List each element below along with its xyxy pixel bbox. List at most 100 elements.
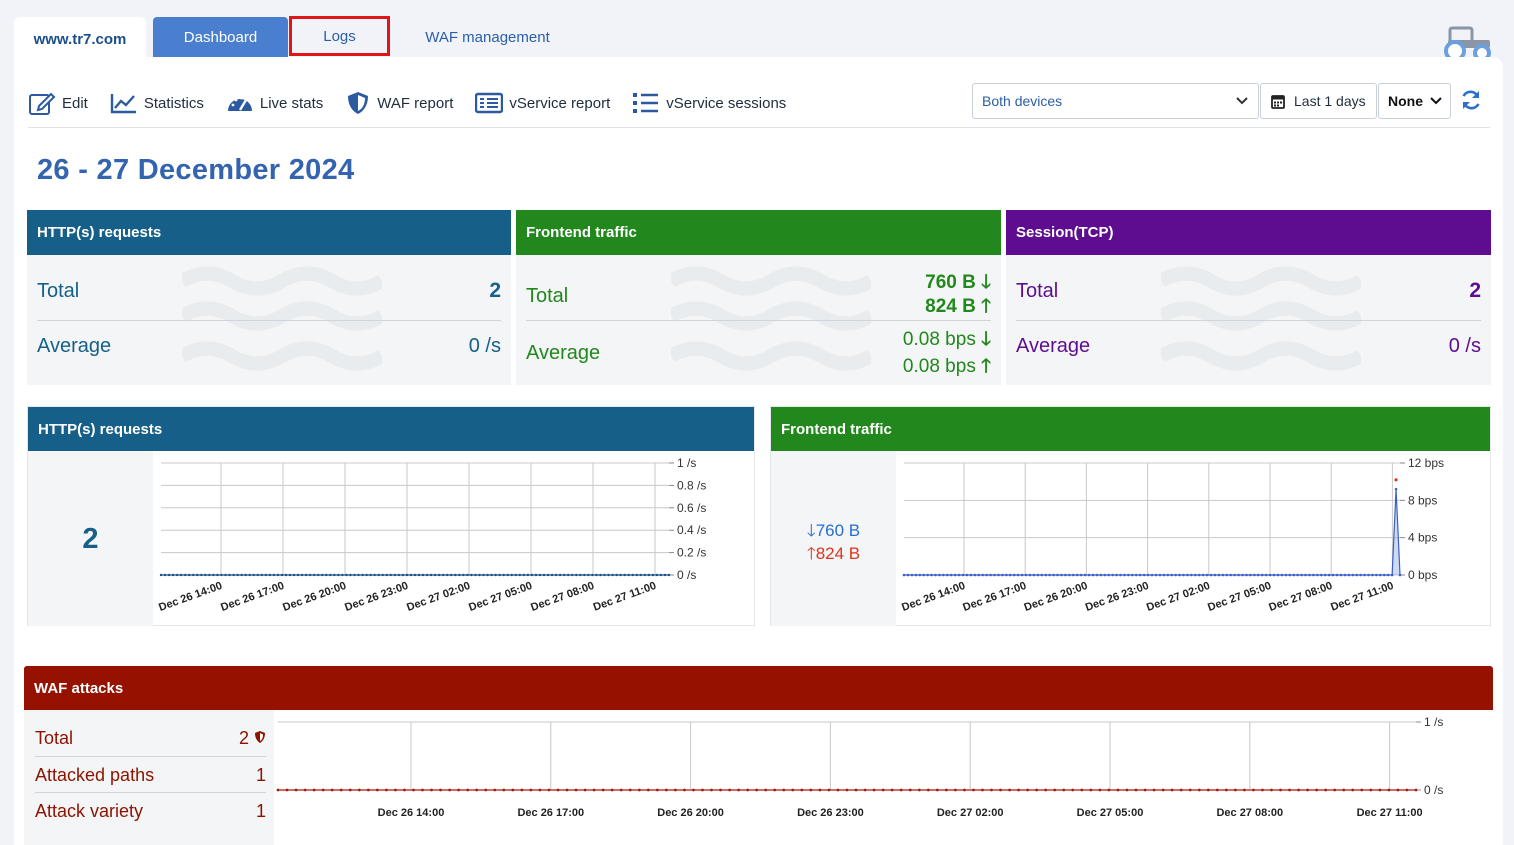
compare-select[interactable]: None [1378, 83, 1451, 119]
data-point-down [1284, 573, 1288, 577]
data-point-down [1166, 573, 1170, 577]
edit-icon [29, 92, 56, 115]
data-point-down [1005, 573, 1008, 577]
data-point [1324, 788, 1328, 792]
data-point [385, 573, 388, 577]
data-point-down [1367, 573, 1370, 577]
arrow-down-icon: 🡓 [981, 272, 991, 293]
data-point-down [1335, 573, 1339, 577]
data-point [212, 573, 215, 577]
data-point [1288, 788, 1291, 792]
data-point [397, 573, 401, 577]
data-point [773, 788, 777, 792]
data-point [1360, 788, 1364, 792]
data-point [646, 788, 650, 792]
data-point [1143, 788, 1147, 792]
panel-title: Frontend traffic [771, 407, 1490, 451]
data-point [538, 573, 542, 577]
tab-logs[interactable]: Logs [289, 16, 390, 56]
y-tick-label: 8 bps [1408, 493, 1437, 507]
data-point-down [1052, 573, 1055, 577]
data-point [800, 788, 804, 792]
data-point [651, 573, 655, 577]
data-point [692, 788, 695, 792]
data-point [782, 788, 786, 792]
data-point [667, 573, 671, 577]
card-title: Session(TCP) [1006, 210, 1491, 255]
data-point-down [977, 573, 981, 577]
data-point [567, 573, 570, 577]
date-range-button[interactable]: Last 1 days [1260, 83, 1377, 119]
device-select[interactable]: Both devices [972, 83, 1259, 119]
tab-waf-management[interactable]: WAF management [405, 17, 570, 57]
refresh-icon[interactable] [1459, 88, 1483, 112]
data-point [276, 573, 280, 577]
data-point-down [957, 573, 961, 577]
average-label: Average [526, 341, 601, 364]
statistics-button[interactable]: Statistics [110, 91, 204, 115]
data-point-down [1036, 573, 1040, 577]
data-point-down [1379, 573, 1382, 577]
data-point [737, 788, 741, 792]
data-point [470, 573, 473, 577]
data-point [341, 573, 344, 577]
data-point-down [1032, 573, 1036, 577]
data-point-down [1079, 573, 1083, 577]
tab-site[interactable]: www.tr7.com [14, 17, 146, 57]
data-point [1405, 788, 1409, 792]
frontend-traffic-panel: Frontend traffic 🡓760 B 🡑824 B 12 bps 8 b… [770, 406, 1491, 626]
data-point [574, 788, 578, 792]
y-tick-label: 0.6 /s [677, 501, 706, 515]
data-point [611, 573, 614, 577]
waf-report-button[interactable]: WAF report [345, 90, 453, 116]
data-point [571, 573, 574, 577]
data-point [337, 573, 340, 577]
x-tick-label: Dec 27 02:00 [405, 580, 472, 614]
tab-dashboard[interactable]: Dashboard [153, 17, 288, 57]
x-tick-label: Dec 26 17:00 [961, 580, 1028, 614]
x-tick-label: Dec 26 23:00 [1084, 580, 1151, 614]
edit-button[interactable]: Edit [28, 90, 88, 116]
data-point-down [1292, 573, 1296, 577]
x-tick-label: Dec 27 08:00 [1216, 807, 1283, 819]
data-point-down [1064, 573, 1067, 577]
vservice-report-button[interactable]: vService report [475, 92, 610, 114]
edit-label: Edit [62, 94, 88, 112]
data-point [836, 788, 840, 792]
data-point [1279, 788, 1282, 792]
x-tick-label: Dec 27 02:00 [1145, 580, 1212, 614]
data-point-down [1253, 573, 1256, 577]
data-point [466, 573, 469, 577]
data-point-down [1205, 573, 1209, 577]
vservice-sessions-button[interactable]: vService sessions [632, 91, 786, 115]
data-point-down [1142, 573, 1146, 577]
data-point [603, 573, 606, 577]
data-point-down [1186, 573, 1189, 577]
data-point [1242, 788, 1246, 792]
data-point [1008, 788, 1011, 792]
data-point [1306, 788, 1310, 792]
data-point [710, 788, 713, 792]
x-tick-label: Dec 27 02:00 [937, 807, 1004, 819]
data-point [701, 788, 704, 792]
waf-variety-value: 1 [255, 801, 266, 821]
data-point [361, 573, 364, 577]
data-point-down [1221, 573, 1225, 577]
data-point [1197, 788, 1201, 792]
data-point [409, 573, 413, 577]
data-point-down [1225, 573, 1229, 577]
data-point-down [1233, 573, 1236, 577]
x-tick-label: Dec 26 17:00 [517, 807, 584, 819]
data-point [284, 573, 288, 577]
panel-title: WAF attacks [24, 666, 1493, 710]
data-point [442, 573, 445, 577]
x-tick-label: Dec 26 23:00 [797, 807, 864, 819]
live-stats-button[interactable]: Live stats [226, 91, 323, 115]
data-point [196, 573, 199, 577]
data-point [809, 788, 813, 792]
data-point-down [953, 573, 957, 577]
data-point [655, 788, 659, 792]
data-point-down [1170, 573, 1173, 577]
data-point [510, 573, 513, 577]
total-up-value: 824 B [925, 296, 976, 317]
